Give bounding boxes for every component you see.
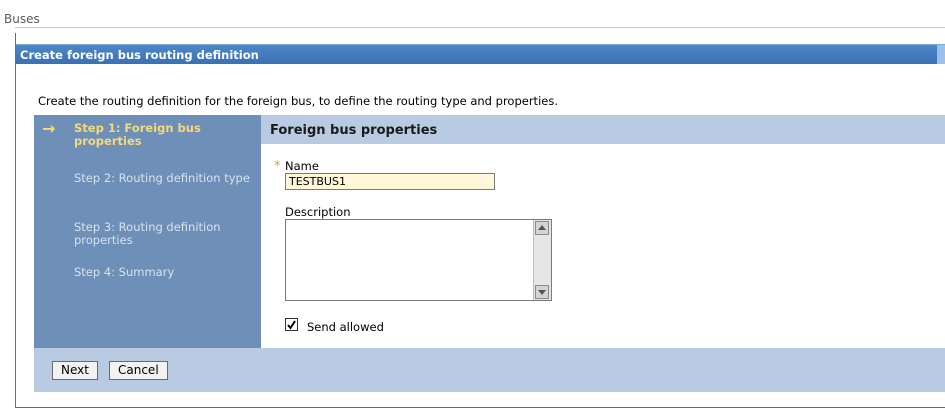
description-label: Description: [285, 205, 351, 219]
breadcrumb[interactable]: Buses: [4, 12, 40, 26]
panel-title: Create foreign bus routing definition: [20, 48, 259, 62]
divider: [15, 27, 945, 28]
send-allowed-label: Send allowed: [307, 320, 384, 334]
step-2: Step 2: Routing definition type: [74, 171, 250, 185]
send-allowed-checkbox[interactable]: [285, 318, 298, 331]
section-title: Foreign bus properties: [270, 123, 438, 138]
panel-title-bar: Create foreign bus routing definition: [16, 44, 945, 64]
form-panel: Foreign bus properties * Name Descriptio…: [261, 115, 945, 348]
required-icon: *: [274, 159, 281, 174]
step-3: Step 3: Routing definition properties: [74, 220, 221, 247]
cancel-button[interactable]: Cancel: [109, 361, 168, 380]
intro-text: Create the routing definition for the fo…: [38, 94, 558, 108]
wizard-steps: → Step 1: Foreign bus properties Step 2:…: [34, 115, 261, 348]
arrow-right-icon: →: [42, 119, 56, 138]
section-header: Foreign bus properties: [261, 115, 945, 144]
description-textarea[interactable]: [285, 219, 552, 301]
name-label: Name: [285, 159, 319, 173]
name-input[interactable]: [285, 173, 495, 190]
scroll-up-icon[interactable]: [535, 221, 549, 235]
step-1: Step 1: Foreign bus properties: [74, 121, 201, 148]
scrollbar[interactable]: [533, 220, 551, 300]
button-bar: Next Cancel: [34, 348, 945, 392]
scroll-down-icon[interactable]: [535, 285, 549, 299]
collapse-icon[interactable]: [937, 45, 945, 64]
step-4: Step 4: Summary: [74, 265, 175, 279]
wizard: → Step 1: Foreign bus properties Step 2:…: [34, 115, 945, 392]
next-button[interactable]: Next: [52, 361, 98, 380]
